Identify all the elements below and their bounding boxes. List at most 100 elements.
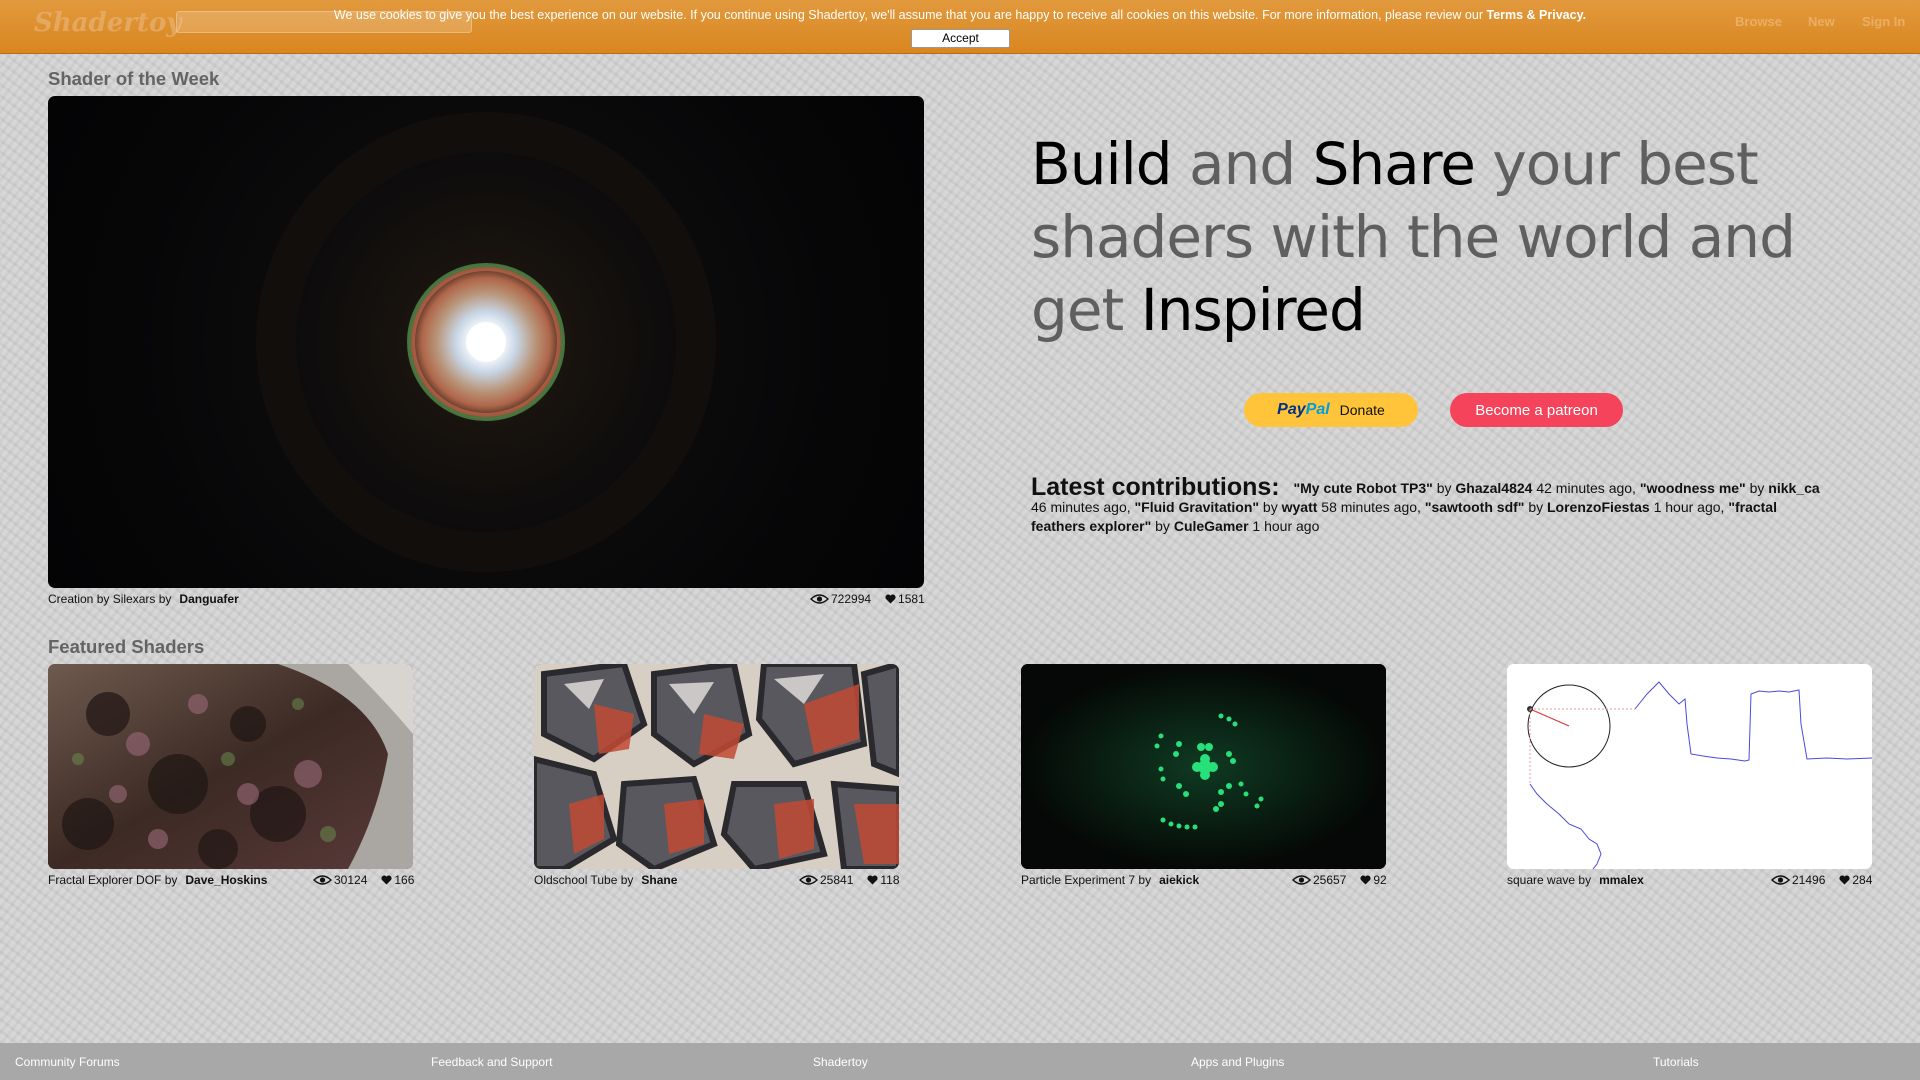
latest-title: Latest contributions: <box>1031 473 1280 501</box>
shader-of-week-stats: 722994 1581 <box>810 592 925 606</box>
hero-build: Build <box>1031 130 1173 198</box>
featured-thumb-fractal-explorer[interactable] <box>48 664 413 869</box>
likes-count: 166 <box>394 873 415 887</box>
contribution-link[interactable]: "Fluid Gravitation" <box>1135 499 1260 515</box>
contribution-time: 58 minutes ago, <box>1321 499 1421 515</box>
likes-count: 92 <box>1373 873 1387 887</box>
contribution-author[interactable]: CuleGamer <box>1174 518 1249 534</box>
hero-get: get <box>1031 276 1124 344</box>
heart-icon <box>885 594 896 604</box>
latest-contributions: Latest contributions: "My cute Robot TP3… <box>1031 475 1831 536</box>
contribution-link[interactable]: "woodness me" <box>1640 480 1746 496</box>
contribution-author[interactable]: Ghazal4824 <box>1455 480 1532 496</box>
contribution-time: 1 hour ago <box>1252 518 1320 534</box>
shader-author[interactable]: mmalex <box>1599 873 1644 887</box>
featured-stats: 30124 166 <box>313 873 414 887</box>
terms-privacy-link[interactable]: Terms & Privacy. <box>1486 8 1586 22</box>
views-count: 21496 <box>1792 873 1826 887</box>
by-label: by <box>164 873 178 887</box>
cookie-notice: We use cookies to give you the best expe… <box>0 8 1920 22</box>
heart-icon <box>1360 875 1371 885</box>
contribution-author[interactable]: LorenzoFiestas <box>1547 499 1650 515</box>
shader-name[interactable]: Particle Experiment 7 <box>1021 873 1135 887</box>
contribution-time: 46 minutes ago, <box>1031 499 1131 515</box>
shader-of-week-canvas[interactable] <box>48 96 924 588</box>
footer-apps-plugins[interactable]: Apps and Plugins <box>1191 1055 1284 1069</box>
hero-headline: Build and Share your best shaders with t… <box>1031 128 1811 347</box>
top-bar: Shadertoy Browse New Sign In We use cook… <box>0 0 1920 54</box>
eye-icon <box>1292 875 1311 885</box>
paypal-donate-button[interactable]: PayPal Donate <box>1244 393 1418 427</box>
thumbnail-image <box>1021 664 1386 869</box>
hero-and: and <box>1189 130 1296 198</box>
views-count: 30124 <box>334 873 368 887</box>
footer-community-forums[interactable]: Community Forums <box>15 1055 120 1069</box>
featured-thumb-oldschool-tube[interactable] <box>534 664 899 869</box>
featured-thumb-square-wave[interactable] <box>1507 664 1872 869</box>
featured-thumb-particle-experiment[interactable] <box>1021 664 1386 869</box>
shader-author[interactable]: Danguafer <box>179 592 238 606</box>
shader-name[interactable]: square wave <box>1507 873 1575 887</box>
heart-icon <box>1839 875 1850 885</box>
footer-feedback-support[interactable]: Feedback and Support <box>431 1055 552 1069</box>
contribution-author[interactable]: wyatt <box>1282 499 1318 515</box>
featured-caption: square wave by mmalex <box>1507 873 1644 887</box>
shader-of-week-title: Shader of the Week <box>48 68 220 89</box>
by-label: by <box>1138 873 1152 887</box>
footer-shadertoy[interactable]: Shadertoy <box>813 1055 868 1069</box>
by-label: by <box>1155 518 1170 534</box>
thumbnail-image <box>534 664 899 869</box>
by-label: by <box>1262 499 1278 515</box>
contribution-author[interactable]: nikk_ca <box>1768 480 1819 496</box>
featured-stats: 21496 284 <box>1771 873 1872 887</box>
thumbnail-image <box>1507 664 1872 869</box>
by-label: by <box>620 873 634 887</box>
hero-line2: shaders with the world and <box>1031 203 1796 271</box>
contribution-link[interactable]: "My cute Robot TP3" <box>1294 480 1433 496</box>
thumbnail-image <box>48 664 413 869</box>
shader-name[interactable]: Oldschool Tube <box>534 873 617 887</box>
likes-count: 118 <box>880 873 900 887</box>
cookie-message: We use cookies to give you the best expe… <box>333 8 1483 22</box>
eye-icon <box>313 875 332 885</box>
contribution-time: 42 minutes ago, <box>1536 480 1636 496</box>
by-label: by <box>1749 480 1765 496</box>
by-label: by <box>1528 499 1544 515</box>
shader-of-week-caption: Creation by Silexars by Danguafer <box>48 592 239 606</box>
hero-share: Share <box>1312 130 1476 198</box>
featured-caption: Oldschool Tube by Shane <box>534 873 677 887</box>
featured-stats: 25841 118 <box>799 873 900 887</box>
eye-icon <box>810 594 829 604</box>
donate-label: Donate <box>1339 402 1385 418</box>
hero-rest1: your best <box>1492 130 1758 198</box>
shader-author[interactable]: aiekick <box>1159 873 1199 887</box>
shader-name[interactable]: Creation by Silexars <box>48 592 155 606</box>
views-count: 25657 <box>1313 873 1347 887</box>
footer-tutorials[interactable]: Tutorials <box>1653 1055 1699 1069</box>
featured-shaders-title: Featured Shaders <box>48 636 205 657</box>
featured-caption: Fractal Explorer DOF by Dave_Hoskins <box>48 873 267 887</box>
likes-count: 284 <box>1852 873 1873 887</box>
featured-stats: 25657 92 <box>1292 873 1387 887</box>
hero-inspired: Inspired <box>1140 276 1366 344</box>
by-label: by <box>1436 480 1452 496</box>
shader-of-week-render <box>186 96 786 588</box>
eye-icon <box>799 875 818 885</box>
by-label: by <box>1578 873 1592 887</box>
featured-caption: Particle Experiment 7 by aiekick <box>1021 873 1199 887</box>
likes-count: 1581 <box>898 592 925 606</box>
shader-author[interactable]: Dave_Hoskins <box>185 873 267 887</box>
eye-icon <box>1771 875 1790 885</box>
paypal-logo: PayPal <box>1277 401 1330 418</box>
contribution-link[interactable]: "sawtooth sdf" <box>1425 499 1525 515</box>
patreon-button[interactable]: Become a patreon <box>1450 393 1623 427</box>
contribution-time: 1 hour ago, <box>1653 499 1725 515</box>
footer: Community Forums Feedback and Support Sh… <box>0 1043 1920 1080</box>
views-count: 25841 <box>820 873 854 887</box>
shader-name[interactable]: Fractal Explorer DOF <box>48 873 161 887</box>
heart-icon <box>381 875 392 885</box>
shader-author[interactable]: Shane <box>641 873 677 887</box>
accept-cookies-button[interactable]: Accept <box>911 29 1010 48</box>
heart-icon <box>867 875 878 885</box>
by-label: by <box>158 592 172 606</box>
